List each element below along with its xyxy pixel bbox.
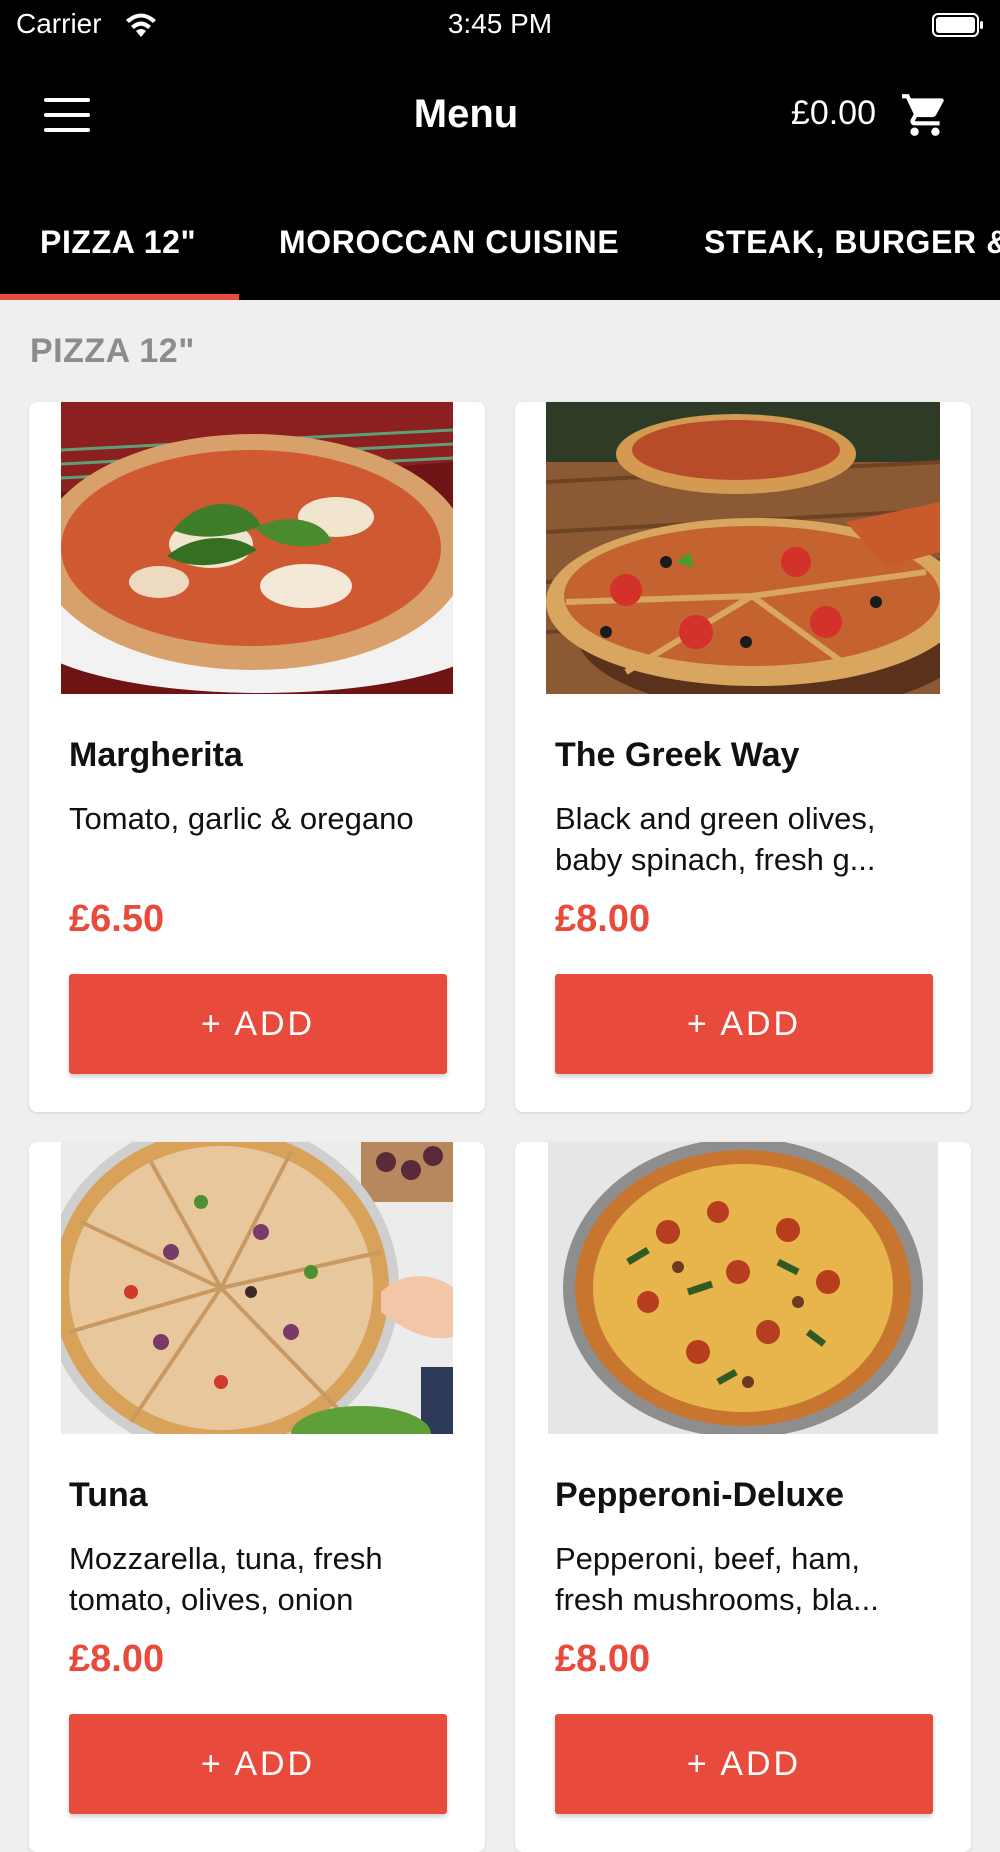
item-name: Margherita bbox=[69, 736, 243, 774]
tab-steak-burger[interactable]: STEAK, BURGER & bbox=[704, 224, 1000, 261]
active-tab-indicator bbox=[0, 294, 239, 300]
tab-pizza[interactable]: PIZZA 12" bbox=[40, 224, 196, 261]
section-title: PIZZA 12" bbox=[30, 332, 195, 370]
tab-moroccan-cuisine[interactable]: MOROCCAN CUISINE bbox=[279, 224, 619, 261]
item-name: Tuna bbox=[69, 1476, 148, 1514]
category-tabs: PIZZA 12" MOROCCAN CUISINE STEAK, BURGER… bbox=[0, 178, 1000, 300]
item-price: £8.00 bbox=[69, 1638, 165, 1680]
item-price: £8.00 bbox=[555, 898, 651, 940]
battery-icon bbox=[932, 13, 983, 37]
add-to-cart-button[interactable]: + ADD bbox=[555, 1714, 933, 1814]
item-name: Pepperoni-Deluxe bbox=[555, 1476, 845, 1514]
status-time: 3:45 PM bbox=[447, 8, 553, 39]
menu-item-card[interactable]: The Greek Way Black and green olives, ba… bbox=[515, 402, 971, 1112]
item-price: £8.00 bbox=[555, 1638, 651, 1680]
add-to-cart-button[interactable]: + ADD bbox=[555, 974, 933, 1074]
item-name: The Greek Way bbox=[555, 736, 800, 774]
item-description: Tomato, garlic & oregano bbox=[69, 801, 414, 836]
menu-item-card[interactable]: Pepperoni-Deluxe Pepperoni, beef, ham, f… bbox=[515, 1142, 971, 1852]
cart-total[interactable]: £0.00 bbox=[791, 94, 876, 133]
item-description: Mozzarella, tuna, fresh tomato, olives, … bbox=[69, 1541, 383, 1617]
menu-item-card[interactable]: Margherita Tomato, garlic & oregano £6.5… bbox=[29, 402, 485, 1112]
pizza-image bbox=[61, 1142, 453, 1434]
pizza-image bbox=[548, 1142, 938, 1434]
add-to-cart-button[interactable]: + ADD bbox=[69, 1714, 447, 1814]
pizza-image bbox=[61, 402, 453, 694]
item-price: £6.50 bbox=[69, 898, 165, 940]
item-description: Pepperoni, beef, ham, fresh mushrooms, b… bbox=[555, 1541, 879, 1617]
item-description: Black and green olives, baby spinach, fr… bbox=[555, 801, 876, 877]
shopping-cart-icon[interactable] bbox=[900, 90, 950, 140]
status-bar: Carrier 3:45 PM bbox=[0, 0, 1000, 50]
menu-item-card[interactable]: Tuna Mozzarella, tuna, fresh tomato, oli… bbox=[29, 1142, 485, 1852]
add-to-cart-button[interactable]: + ADD bbox=[69, 974, 447, 1074]
pizza-image bbox=[546, 402, 940, 694]
